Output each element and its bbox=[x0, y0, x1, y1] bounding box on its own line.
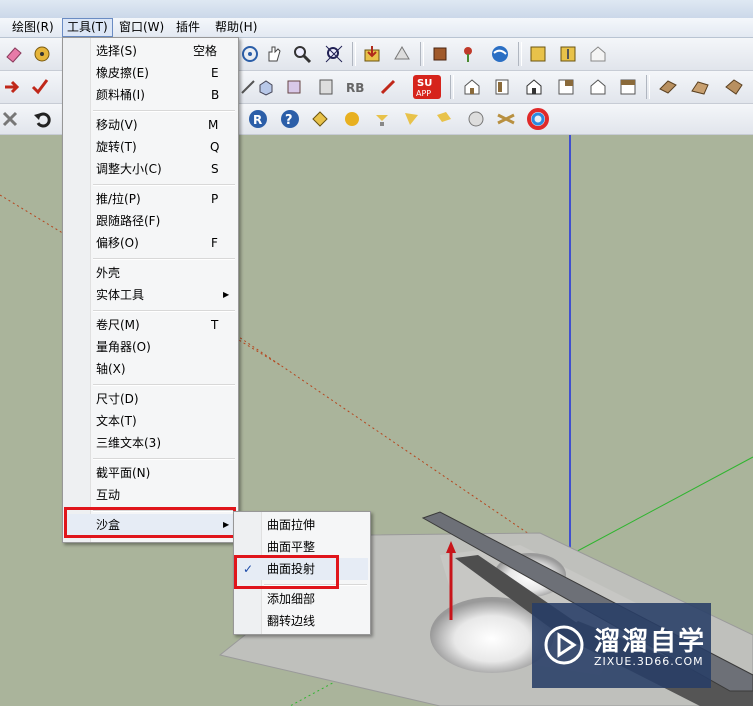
component-icon[interactable] bbox=[254, 75, 278, 99]
rb-icon[interactable]: RB bbox=[344, 75, 368, 99]
orbit-icon[interactable] bbox=[238, 42, 262, 66]
green-axis-line bbox=[569, 456, 753, 556]
watermark-url: ZIXUE.3D66.COM bbox=[594, 655, 704, 668]
material-icon[interactable] bbox=[314, 75, 338, 99]
place-model-icon[interactable] bbox=[428, 42, 452, 66]
menu-item-solid-tools[interactable]: 实体工具 ▶ bbox=[65, 284, 236, 306]
toolbar-separator bbox=[352, 42, 356, 66]
menu-draw[interactable]: 绘图(R) bbox=[8, 19, 58, 36]
left-view-icon[interactable] bbox=[616, 75, 640, 99]
google-earth-icon[interactable] bbox=[488, 42, 512, 66]
su-app-icon[interactable]: SU APP bbox=[412, 73, 442, 101]
menu-item-eraser[interactable]: 橡皮擦(E) E bbox=[65, 62, 236, 84]
menu-item-move[interactable]: 移动(V) M bbox=[65, 114, 236, 136]
drape-highlight-box bbox=[234, 555, 339, 589]
watermark-badge: 溜溜自学 ZIXUE.3D66.COM bbox=[532, 603, 711, 688]
zoom-icon[interactable] bbox=[290, 42, 314, 66]
menu-separator bbox=[93, 384, 235, 386]
top-view-icon[interactable] bbox=[490, 75, 514, 99]
menu-separator bbox=[93, 310, 235, 312]
menu-item-push-pull[interactable]: 推/拉(P) P bbox=[65, 188, 236, 210]
toolbar-separator bbox=[646, 75, 650, 99]
close-x-icon[interactable] bbox=[0, 107, 22, 131]
menu-item-protractor[interactable]: 量角器(O) bbox=[65, 336, 236, 358]
zoom-extents-icon[interactable] bbox=[322, 42, 346, 66]
menu-help[interactable]: 帮助(H) bbox=[211, 19, 261, 36]
menu-item-text[interactable]: 文本(T) bbox=[65, 410, 236, 432]
menu-item-dimensions[interactable]: 尺寸(D) bbox=[65, 388, 236, 410]
menu-separator bbox=[93, 458, 235, 460]
right-view-icon[interactable] bbox=[554, 75, 578, 99]
share-model-icon[interactable] bbox=[390, 42, 414, 66]
svg-text:APP: APP bbox=[416, 89, 431, 98]
menu-item-3d-text[interactable]: 三维文本(3) bbox=[65, 432, 236, 454]
menu-tools[interactable]: 工具(T) bbox=[62, 18, 113, 37]
menu-item-follow-me[interactable]: 跟随路径(F) bbox=[65, 210, 236, 232]
toolbar-separator bbox=[518, 42, 522, 66]
check-tool-icon[interactable] bbox=[28, 75, 52, 99]
menu-item-flip-edge[interactable]: 翻转边线 bbox=[236, 610, 368, 632]
sphere-icon[interactable] bbox=[340, 107, 364, 131]
iso-view-icon[interactable] bbox=[460, 75, 484, 99]
get-location-icon[interactable] bbox=[456, 42, 480, 66]
get-models-icon[interactable] bbox=[360, 42, 384, 66]
menu-separator bbox=[93, 184, 235, 186]
menu-item-tape-measure[interactable]: 卷尺(M) T bbox=[65, 314, 236, 336]
title-bar bbox=[0, 0, 753, 18]
svg-text:SU: SU bbox=[417, 78, 432, 89]
submenu-arrow-icon: ▶ bbox=[223, 290, 230, 299]
r-badge-icon[interactable]: R bbox=[246, 107, 270, 131]
toolbar-separator bbox=[420, 42, 424, 66]
menu-item-paint-bucket[interactable]: 颜料桶(I) B bbox=[65, 84, 236, 106]
svg-text:?: ? bbox=[285, 113, 293, 128]
watermark-title: 溜溜自学 bbox=[594, 627, 707, 657]
menu-item-select[interactable]: 选择(S) 空格 bbox=[65, 40, 236, 62]
dropper-icon[interactable] bbox=[376, 75, 400, 99]
tools-menu: 选择(S) 空格 橡皮擦(E) E 颜料桶(I) B 移动(V) M 旋转(T) Q 调整… bbox=[62, 37, 239, 543]
svg-text:R: R bbox=[253, 113, 262, 127]
menu-item-axes[interactable]: 轴(X) bbox=[65, 358, 236, 380]
sandbox-scratch-icon[interactable] bbox=[722, 75, 746, 99]
undo-icon[interactable] bbox=[30, 107, 54, 131]
help-icon[interactable]: ? bbox=[278, 107, 302, 131]
menu-item-rotate[interactable]: 旋转(T) Q bbox=[65, 136, 236, 158]
menu-bar: 绘图(R) 工具(T) 窗口(W) 插件 帮助(H) bbox=[0, 18, 753, 38]
tape-measure-icon[interactable] bbox=[30, 42, 54, 66]
menu-item-scale[interactable]: 调整大小(C) S bbox=[65, 158, 236, 180]
play-logo-icon bbox=[544, 625, 584, 665]
color-wheel-icon[interactable] bbox=[526, 107, 550, 131]
terrain-icon[interactable] bbox=[688, 75, 712, 99]
back-view-icon[interactable] bbox=[586, 75, 610, 99]
menu-separator bbox=[93, 258, 235, 260]
menu-item-interact[interactable]: 互动 bbox=[65, 484, 236, 506]
eraser-icon[interactable] bbox=[2, 42, 26, 66]
render-icon[interactable] bbox=[432, 107, 456, 131]
warehouse-icon[interactable] bbox=[586, 42, 610, 66]
light-icon[interactable] bbox=[370, 107, 394, 131]
tag-icon[interactable] bbox=[308, 107, 332, 131]
menu-plugins[interactable]: 插件 bbox=[172, 19, 204, 36]
svg-text:RB: RB bbox=[346, 81, 364, 95]
globe-gray-icon[interactable] bbox=[464, 107, 488, 131]
texture-icon[interactable] bbox=[656, 75, 680, 99]
arrow-tool-icon[interactable] bbox=[0, 75, 24, 99]
spotlight-icon[interactable] bbox=[400, 107, 424, 131]
import-icon[interactable] bbox=[526, 42, 550, 66]
group-icon[interactable] bbox=[282, 75, 306, 99]
pan-hand-icon[interactable] bbox=[262, 42, 286, 66]
toolbar-separator bbox=[450, 75, 454, 99]
export-icon[interactable] bbox=[556, 42, 580, 66]
menu-item-section-plane[interactable]: 截平面(N) bbox=[65, 462, 236, 484]
x-shape-icon[interactable] bbox=[494, 107, 518, 131]
menu-item-stamp[interactable]: 曲面拉伸 bbox=[236, 514, 368, 536]
sandbox-highlight-box bbox=[64, 507, 236, 538]
front-view-icon[interactable] bbox=[522, 75, 546, 99]
menu-window[interactable]: 窗口(W) bbox=[115, 19, 168, 36]
menu-item-outer-shell[interactable]: 外壳 bbox=[65, 262, 236, 284]
menu-item-offset[interactable]: 偏移(O) F bbox=[65, 232, 236, 254]
menu-item-add-detail[interactable]: 添加细部 bbox=[236, 588, 368, 610]
menu-separator bbox=[93, 110, 235, 112]
